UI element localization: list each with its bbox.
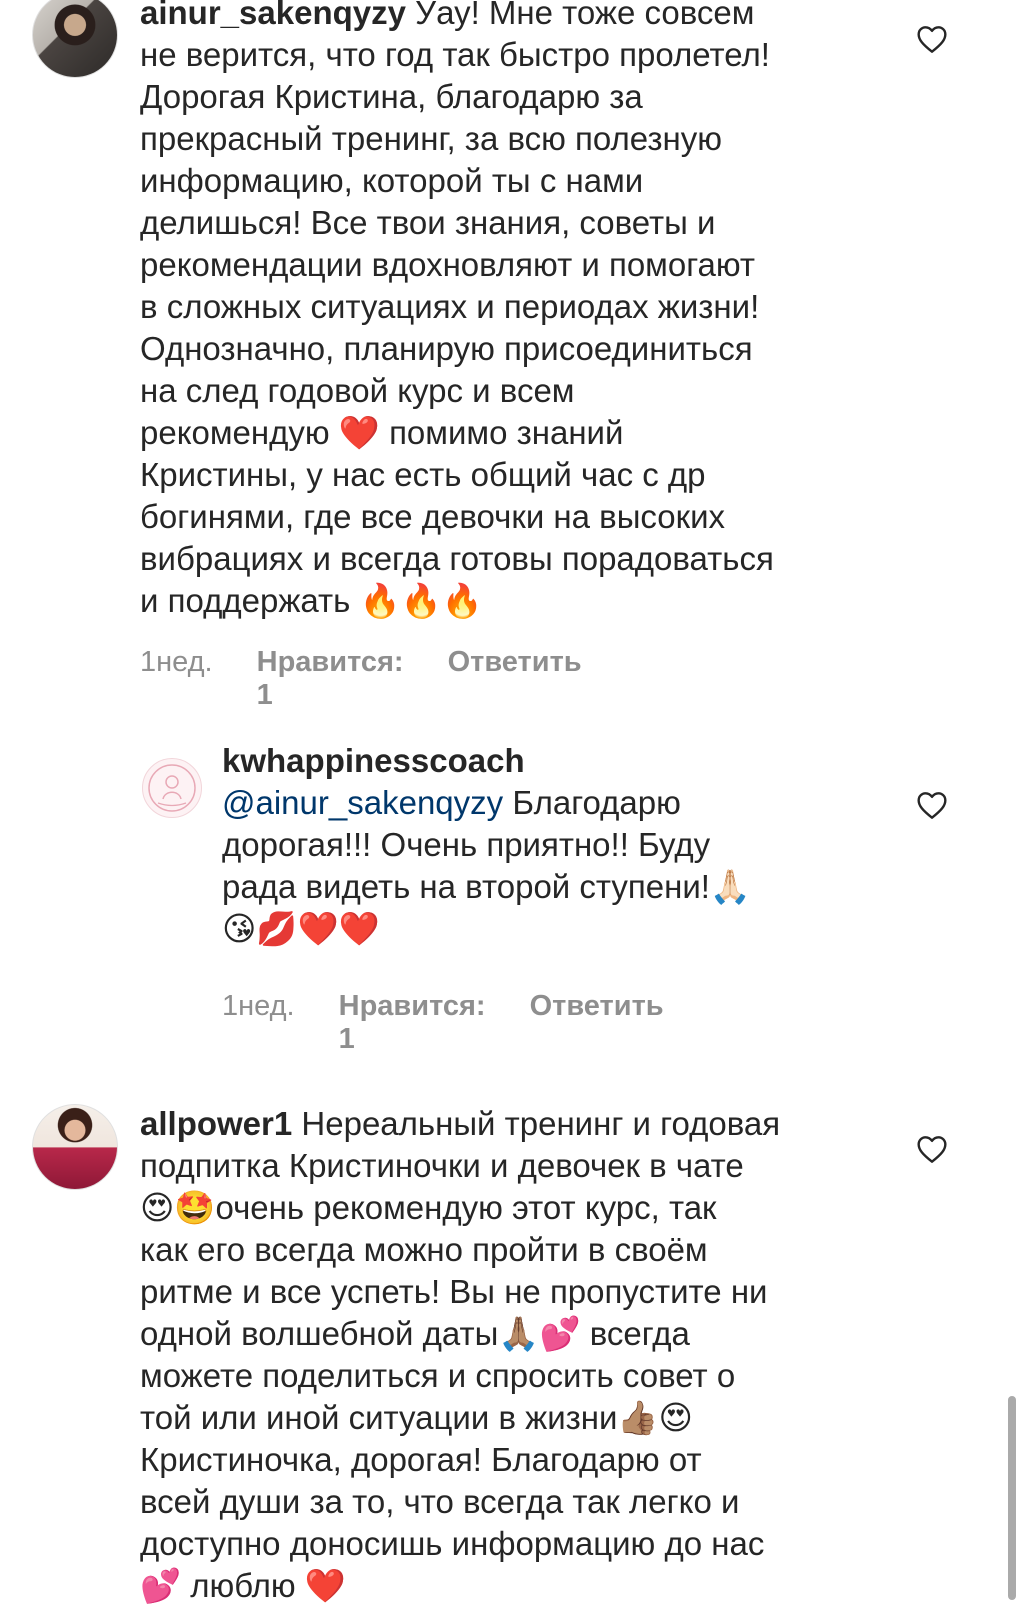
mention-link[interactable]: @ainur_sakenqyzy: [222, 784, 503, 821]
likes-count[interactable]: Нравится: 1: [339, 990, 486, 1056]
avatar-ainur[interactable]: [32, 0, 118, 78]
comment-text: allpower1 Нереальный тренинг и годовая п…: [140, 1103, 900, 1607]
username-allpower1[interactable]: allpower1: [140, 1105, 292, 1142]
avatar-kwhappinesscoach[interactable]: [142, 758, 202, 818]
reply-text: kwhappinesscoach @ainur_sakenqyzy Благод…: [222, 740, 902, 950]
heart-outline-icon[interactable]: [916, 790, 948, 820]
comment-meta: 1нед. Нравится: 1 Ответить: [140, 646, 582, 712]
scrollbar-thumb[interactable]: [1008, 1396, 1016, 1600]
reply-button[interactable]: Ответить: [448, 646, 582, 712]
comment-first-line: Уау! Мне тоже совсем: [405, 0, 755, 31]
comment-first-line: Нереальный тренинг и годовая: [292, 1105, 781, 1142]
avatar-allpower1[interactable]: [32, 1104, 118, 1190]
likes-count[interactable]: Нравится: 1: [257, 646, 404, 712]
comment-time: 1нед.: [140, 646, 213, 678]
heart-outline-icon[interactable]: [916, 24, 948, 54]
username-ainur[interactable]: ainur_sakenqyzy: [140, 0, 406, 31]
reply-body: дорогая!!! Очень приятно!! Буду рада вид…: [222, 826, 752, 947]
comment-body: не верится, что год так быстро пролетел!…: [140, 36, 774, 619]
username-kwhappinesscoach[interactable]: kwhappinesscoach: [222, 742, 525, 779]
reply-button[interactable]: Ответить: [530, 990, 664, 1056]
coach-logo-icon: [148, 764, 196, 812]
heart-outline-icon[interactable]: [916, 1134, 948, 1164]
reply-first-line: Благодарю: [503, 784, 681, 821]
reply-time: 1нед.: [222, 990, 295, 1022]
comment-text: ainur_sakenqyzy Уау! Мне тоже совсем не …: [140, 0, 900, 622]
comment-body: подпитка Кристиночки и девочек в чате 😍🤩…: [140, 1147, 768, 1604]
reply-meta: 1нед. Нравится: 1 Ответить: [222, 990, 664, 1056]
